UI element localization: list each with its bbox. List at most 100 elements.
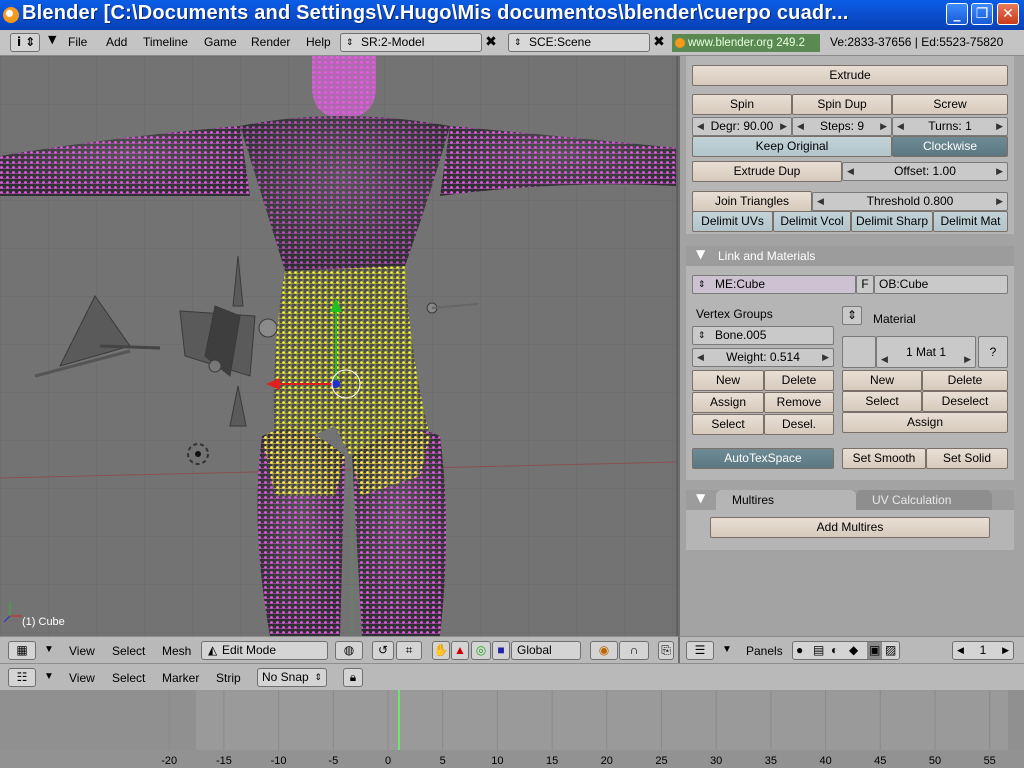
script-icon[interactable]: ▤ xyxy=(813,642,824,659)
collapse-arrow-icon[interactable]: ▼ xyxy=(44,644,54,655)
increment-arrow-icon[interactable]: ▶ xyxy=(822,349,829,366)
delete-screen-button[interactable]: ✖ xyxy=(482,33,500,52)
vg-delete-button[interactable]: Delete xyxy=(764,370,834,391)
extrude-button[interactable]: Extrude xyxy=(692,65,1008,86)
buttons-editor-type-icon[interactable]: ☰ xyxy=(686,641,714,660)
vertex-group-selector[interactable]: ⇕ Bone.005 xyxy=(692,326,834,345)
menu-file[interactable]: File xyxy=(68,35,87,49)
tl-menu-marker[interactable]: Marker xyxy=(162,671,199,685)
editing-icon[interactable]: ▣ xyxy=(867,642,883,659)
screw-button[interactable]: Screw xyxy=(892,94,1008,115)
menu-help[interactable]: Help xyxy=(306,35,331,49)
add-multires-button[interactable]: Add Multires xyxy=(710,517,990,538)
tl-menu-select[interactable]: Select xyxy=(112,671,145,685)
delimit-sharp-toggle[interactable]: Delimit Sharp xyxy=(851,211,933,232)
keep-original-toggle[interactable]: Keep Original xyxy=(692,136,892,157)
degr-field[interactable]: ◀ Degr: 90.00 ▶ xyxy=(692,117,792,136)
frame-field[interactable]: ◀ 1 ▶ xyxy=(952,641,1014,660)
increment-arrow-icon[interactable]: ▶ xyxy=(996,118,1003,135)
draw-type-icon[interactable]: ◍ xyxy=(335,641,363,660)
orientation-selector[interactable]: Global xyxy=(511,641,581,660)
delete-scene-button[interactable]: ✖ xyxy=(650,33,668,52)
collapse-triangle-icon[interactable]: ▼ xyxy=(696,247,705,261)
delimit-vcol-toggle[interactable]: Delimit Vcol xyxy=(773,211,851,232)
menu-timeline[interactable]: Timeline xyxy=(143,35,188,49)
increment-arrow-icon[interactable]: ▶ xyxy=(1002,642,1009,659)
increment-arrow-icon[interactable]: ▶ xyxy=(996,163,1003,180)
material-preview-swatch[interactable] xyxy=(842,336,876,368)
decrement-arrow-icon[interactable]: ◀ xyxy=(697,349,704,366)
panels-menu[interactable]: Panels xyxy=(746,644,783,658)
screen-selector[interactable]: ⇕ SR:2-Model xyxy=(340,33,482,52)
set-smooth-button[interactable]: Set Smooth xyxy=(842,448,926,469)
spin-button[interactable]: Spin xyxy=(692,94,792,115)
decrement-arrow-icon[interactable]: ◀ xyxy=(897,118,904,135)
steps-field[interactable]: ◀ Steps: 9 ▶ xyxy=(792,117,892,136)
offset-field[interactable]: ◀ Offset: 1.00 ▶ xyxy=(842,162,1008,181)
timeline-area[interactable]: -20 -15 -10 -5 0 5 10 15 20 25 30 35 40 45 50 55 xyxy=(0,690,1024,768)
weight-field[interactable]: ◀ Weight: 0.514 ▶ xyxy=(692,348,834,367)
snap-selector[interactable]: No Snap ⇕ xyxy=(257,668,327,687)
autotexspace-toggle[interactable]: AutoTexSpace xyxy=(692,448,834,469)
hand-icon[interactable]: ✋ xyxy=(432,641,450,660)
link-materials-header[interactable]: ▼ Link and Materials xyxy=(686,246,1014,266)
scene-selector[interactable]: ⇕ SCE:Scene xyxy=(508,33,650,52)
material-browse-icon[interactable]: ⇕ xyxy=(842,306,862,325)
mode-selector[interactable]: ◭ Edit Mode xyxy=(201,641,328,660)
updown-icon[interactable]: ⇕ xyxy=(698,327,706,344)
falloff-icon[interactable]: ∩ xyxy=(619,641,649,660)
close-window-button[interactable]: ✕ xyxy=(997,3,1019,25)
shading-icon[interactable]: ◐ xyxy=(831,642,838,659)
layer-icon[interactable]: ⌗ xyxy=(396,641,422,660)
collapse-arrow-icon[interactable]: ▼ xyxy=(44,671,54,682)
mat-select-button[interactable]: Select xyxy=(842,391,922,412)
scene-icon[interactable]: ▨ xyxy=(885,642,896,659)
decrement-arrow-icon[interactable]: ◀ xyxy=(697,118,704,135)
mat-deselect-button[interactable]: Deselect xyxy=(922,391,1008,412)
menu-game[interactable]: Game xyxy=(204,35,237,49)
blender-app-icon[interactable] xyxy=(3,7,19,23)
menu-add[interactable]: Add xyxy=(106,35,127,49)
menu-view[interactable]: View xyxy=(69,644,95,658)
grid-editor-type-icon[interactable]: ▦ xyxy=(8,641,36,660)
tab-uv-calculation[interactable]: UV Calculation xyxy=(856,490,992,510)
3d-viewport[interactable]: (1) Cube xyxy=(0,56,676,636)
decrement-arrow-icon[interactable]: ◀ xyxy=(817,193,824,210)
collapse-triangle-icon[interactable]: ▼ xyxy=(696,491,705,505)
decrement-arrow-icon[interactable]: ◀ xyxy=(847,163,854,180)
menu-mesh[interactable]: Mesh xyxy=(162,644,191,658)
fake-user-button[interactable]: F xyxy=(856,275,874,294)
vg-new-button[interactable]: New xyxy=(692,370,764,391)
translate-icon[interactable]: ▲ xyxy=(451,641,469,660)
decrement-arrow-icon[interactable]: ◀ xyxy=(797,118,804,135)
vg-assign-button[interactable]: Assign xyxy=(692,392,764,413)
logic-icon[interactable]: ● xyxy=(796,642,803,659)
mesh-datablock-field[interactable]: ⇕ ME:Cube xyxy=(692,275,856,294)
material-slot-field[interactable]: ◀ 1 Mat 1 ▶ xyxy=(876,336,976,368)
clockwise-toggle[interactable]: Clockwise xyxy=(892,136,1008,157)
join-triangles-button[interactable]: Join Triangles xyxy=(692,191,812,212)
menu-select[interactable]: Select xyxy=(112,644,145,658)
minimize-button[interactable]: _ xyxy=(946,3,968,25)
material-help-button[interactable]: ? xyxy=(978,336,1008,368)
object-name-field[interactable]: OB:Cube xyxy=(874,275,1008,294)
object-icon[interactable]: ◆ xyxy=(849,642,858,659)
mirror-icon[interactable]: ⎘ xyxy=(658,641,674,660)
decrement-arrow-icon[interactable]: ◀ xyxy=(957,642,964,659)
turns-field[interactable]: ◀ Turns: 1 ▶ xyxy=(892,117,1008,136)
delimit-mat-toggle[interactable]: Delimit Mat xyxy=(933,211,1008,232)
threshold-field[interactable]: ◀ Threshold 0.800 ▶ xyxy=(812,192,1008,211)
set-solid-button[interactable]: Set Solid xyxy=(926,448,1008,469)
increment-arrow-icon[interactable]: ▶ xyxy=(780,118,787,135)
mat-delete-button[interactable]: Delete xyxy=(922,370,1008,391)
delimit-uvs-toggle[interactable]: Delimit UVs xyxy=(692,211,773,232)
timeline-canvas[interactable]: -20 -15 -10 -5 0 5 10 15 20 25 30 35 40 45 50 55 xyxy=(0,690,1024,768)
collapse-arrow-icon[interactable]: ▼ xyxy=(48,33,56,46)
increment-arrow-icon[interactable]: ▶ xyxy=(996,193,1003,210)
tl-menu-view[interactable]: View xyxy=(69,671,95,685)
viewport-canvas[interactable] xyxy=(0,56,676,636)
lock-icon[interactable]: 🔒︎ xyxy=(343,668,363,687)
maximize-button[interactable]: ❐ xyxy=(971,3,993,25)
increment-arrow-icon[interactable]: ▶ xyxy=(880,118,887,135)
info-editor-type-icon[interactable]: i ⇕ xyxy=(10,33,40,52)
